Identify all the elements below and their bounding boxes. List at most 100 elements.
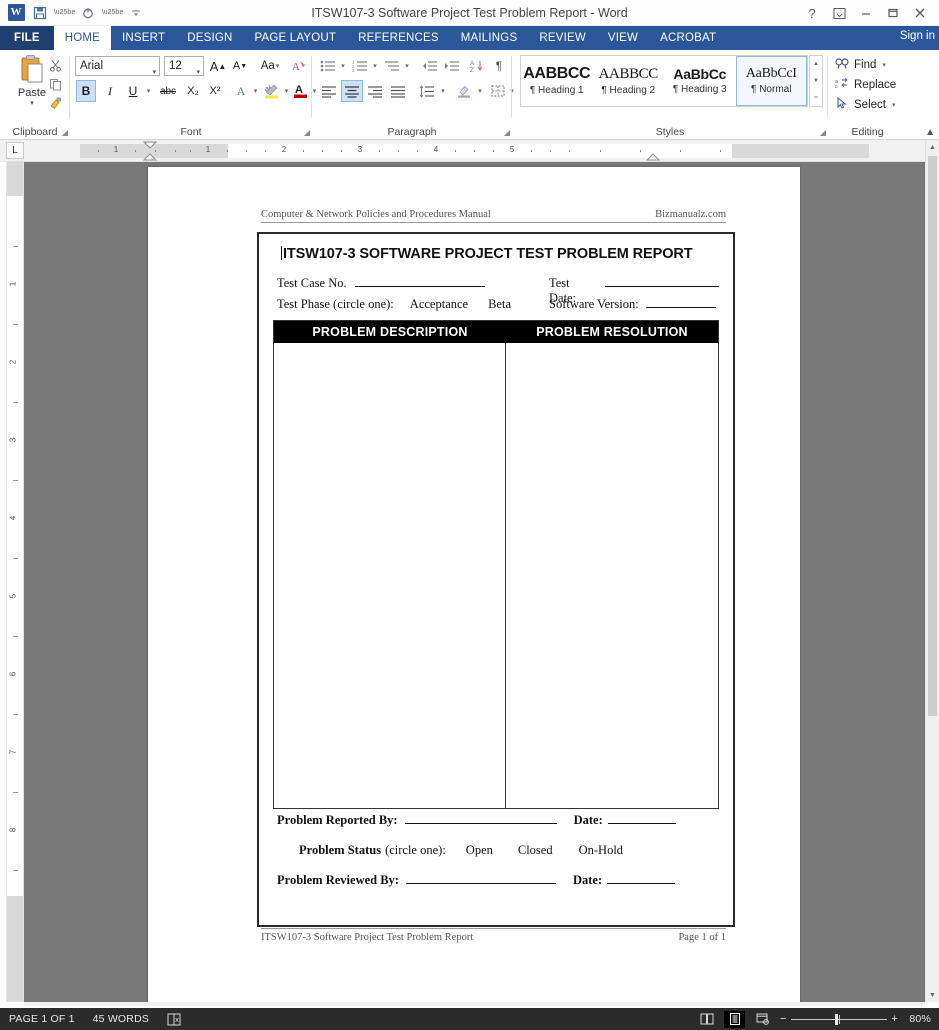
align-left-icon[interactable] — [318, 80, 340, 102]
status-option-open[interactable]: Open — [466, 843, 493, 858]
superscript-button[interactable]: X² — [204, 80, 226, 102]
zoom-slider-thumb[interactable] — [835, 1014, 838, 1025]
align-right-icon[interactable] — [364, 80, 386, 102]
scroll-down-icon[interactable]: ▼ — [926, 988, 939, 1002]
undo-dropdown-caret[interactable]: \u25be — [54, 9, 75, 16]
font-size-input[interactable]: 12 ▾ — [164, 56, 204, 76]
bullets-icon[interactable] — [318, 56, 338, 76]
redo-icon[interactable] — [77, 3, 99, 23]
test-phase-option-acceptance[interactable]: Acceptance — [410, 297, 468, 312]
multilevel-list-icon[interactable] — [382, 56, 402, 76]
align-center-icon[interactable] — [341, 80, 363, 102]
subscript-button[interactable]: X₂ — [182, 80, 204, 102]
minimize-button[interactable] — [857, 4, 875, 22]
tab-page-layout[interactable]: PAGE LAYOUT — [244, 26, 348, 50]
page-count-status[interactable]: PAGE 1 OF 1 — [0, 1013, 84, 1025]
reviewed-date-blank[interactable] — [607, 873, 675, 884]
tab-insert[interactable]: INSERT — [111, 26, 176, 50]
numbering-caret[interactable]: ▾ — [369, 56, 380, 76]
read-mode-view[interactable] — [696, 1011, 717, 1028]
font-dialog-launcher[interactable]: ◢ — [304, 128, 310, 137]
word-app-icon[interactable]: W — [5, 3, 27, 23]
first-line-indent-marker[interactable] — [142, 141, 158, 149]
style-heading-1[interactable]: AABBCC ¶ Heading 1 — [521, 56, 593, 106]
zoom-out-button[interactable]: − — [780, 1013, 787, 1025]
web-layout-view[interactable] — [752, 1011, 773, 1028]
text-effects-icon[interactable]: A — [231, 80, 251, 102]
save-icon[interactable] — [29, 3, 51, 23]
status-option-on-hold[interactable]: On-Hold — [579, 843, 623, 858]
touch-mode-dropdown-caret[interactable]: \u25be — [102, 9, 123, 16]
shading-caret[interactable]: ▾ — [474, 80, 485, 102]
horizontal-ruler[interactable]: L 1 1 2 3 4 5 — [0, 140, 939, 162]
problem-table[interactable]: PROBLEM DESCRIPTION PROBLEM RESOLUTION — [273, 320, 719, 809]
line-spacing-caret[interactable]: ▾ — [437, 80, 448, 102]
copy-button[interactable] — [46, 75, 65, 94]
document-canvas[interactable]: Computer & Network Policies and Procedur… — [24, 162, 929, 1002]
numbering-icon[interactable]: 123 — [350, 56, 370, 76]
reviewed-by-blank[interactable] — [406, 873, 556, 884]
tab-design[interactable]: DESIGN — [176, 26, 243, 50]
bullets-caret[interactable]: ▾ — [337, 56, 348, 76]
justify-icon[interactable] — [387, 80, 409, 102]
document-footer[interactable]: ITSW107-3 Software Project Test Problem … — [261, 928, 726, 943]
show-hide-marks-icon[interactable]: ¶ — [490, 56, 508, 76]
select-dropdown-caret[interactable]: ▾ — [892, 101, 896, 109]
test-case-no-field[interactable]: Test Case No. — [277, 276, 549, 291]
cell-problem-resolution[interactable] — [506, 343, 718, 808]
zoom-level-label[interactable]: 80% — [905, 1013, 931, 1025]
underline-dropdown-caret[interactable]: ▾ — [142, 80, 154, 102]
strikethrough-button[interactable]: abc — [155, 80, 181, 102]
tab-mailings[interactable]: MAILINGS — [450, 26, 529, 50]
document-page[interactable]: Computer & Network Policies and Procedur… — [148, 167, 800, 1002]
italic-button[interactable]: I — [100, 80, 120, 102]
test-case-no-blank[interactable] — [355, 276, 485, 287]
style-normal[interactable]: AaBbCcI ¶ Normal — [736, 56, 808, 106]
software-version-blank[interactable] — [646, 297, 716, 308]
touch-mode-icon[interactable]: \u25be — [101, 3, 123, 23]
test-phase-option-beta[interactable]: Beta — [488, 297, 511, 312]
tab-stop-selector[interactable]: L — [6, 142, 24, 159]
sort-icon[interactable]: AZ — [467, 56, 487, 76]
collapse-ribbon-icon[interactable]: ▲ — [925, 127, 935, 138]
style-heading-3[interactable]: AaBbCc ¶ Heading 3 — [664, 56, 736, 106]
underline-button[interactable]: U — [123, 80, 143, 102]
help-button[interactable]: ? — [803, 4, 821, 22]
report-form[interactable]: ITSW107-3 SOFTWARE PROJECT TEST PROBLEM … — [257, 232, 735, 927]
replace-button[interactable]: ab Replace — [834, 75, 896, 94]
text-effects-caret[interactable]: ▾ — [249, 80, 261, 102]
zoom-in-button[interactable]: + — [891, 1013, 898, 1025]
vertical-scrollbar-thumb[interactable] — [928, 156, 937, 716]
grow-font-button[interactable]: A▲ — [208, 56, 228, 76]
undo-icon[interactable]: \u25be — [53, 3, 75, 23]
font-name-input[interactable]: Arial ▾ — [75, 56, 160, 76]
software-version-field[interactable]: Software Version: — [549, 297, 719, 312]
test-phase-field[interactable]: Test Phase (circle one): Acceptance Beta — [277, 297, 549, 312]
table-row[interactable] — [274, 343, 718, 808]
print-layout-view[interactable] — [724, 1011, 745, 1028]
tab-review[interactable]: REVIEW — [528, 26, 597, 50]
status-option-closed[interactable]: Closed — [518, 843, 553, 858]
reported-by-blank[interactable] — [405, 813, 557, 824]
style-heading-2[interactable]: AABBCC ¶ Heading 2 — [593, 56, 665, 106]
multilevel-list-caret[interactable]: ▾ — [401, 56, 412, 76]
document-header[interactable]: Computer & Network Policies and Procedur… — [261, 209, 726, 223]
sign-in-link[interactable]: Sign in — [900, 30, 935, 42]
styles-scroll-down-icon[interactable]: ▼ — [810, 73, 822, 90]
close-button[interactable] — [911, 4, 929, 22]
vertical-scrollbar[interactable]: ▲ ▼ — [925, 140, 939, 1002]
styles-more-icon[interactable]: ═ — [810, 89, 822, 106]
clear-formatting-icon[interactable]: A — [289, 56, 309, 76]
clipboard-dialog-launcher[interactable]: ◢ — [62, 128, 68, 137]
horizontal-scrollbar[interactable] — [24, 1002, 925, 1006]
test-date-blank[interactable] — [605, 276, 719, 287]
reported-date-blank[interactable] — [608, 813, 676, 824]
tab-view[interactable]: VIEW — [597, 26, 649, 50]
restore-button[interactable] — [884, 4, 902, 22]
bold-button[interactable]: B — [76, 80, 96, 102]
shading-icon[interactable] — [453, 80, 475, 102]
right-indent-marker[interactable] — [645, 153, 661, 162]
hanging-indent-marker[interactable] — [142, 153, 158, 162]
styles-scroll-up-icon[interactable]: ▲ — [810, 56, 822, 73]
change-case-button[interactable]: Aa▾ — [256, 56, 284, 76]
